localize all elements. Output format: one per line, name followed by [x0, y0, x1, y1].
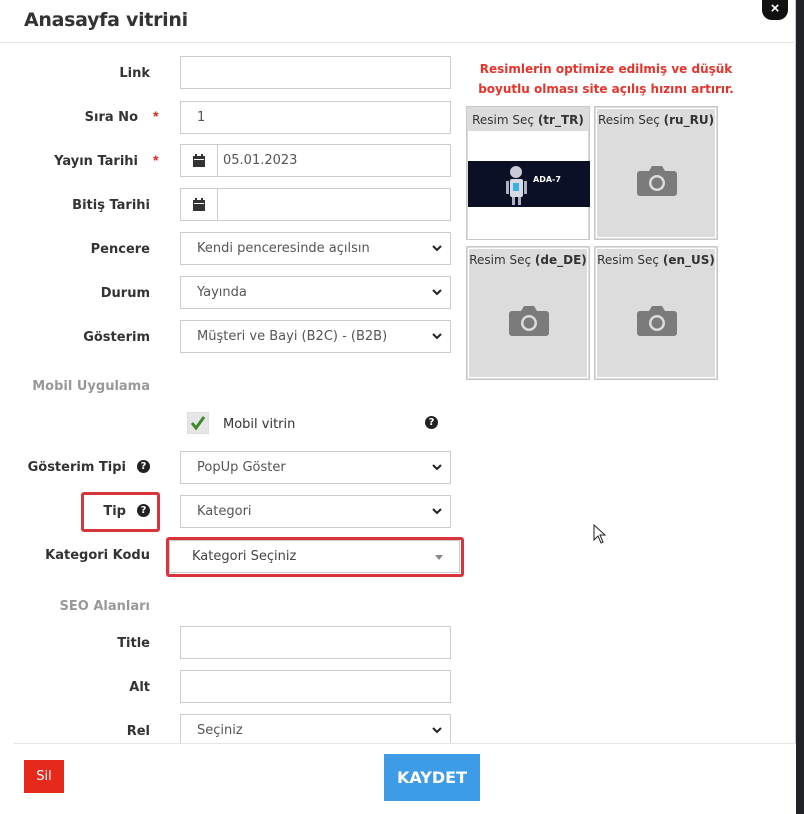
banner-text: ADA-7 [533, 175, 561, 184]
image-tile-caption: Resim Seç (tr_TR) [467, 113, 589, 127]
image-tile-en-us[interactable]: Resim Seç (en_US) [594, 246, 718, 380]
chevron-down-icon [432, 289, 442, 296]
image-tile-tr-tr[interactable]: Resim Seç (tr_TR) ADA-7 [466, 106, 590, 240]
gosterim-select[interactable]: Müşteri ve Bayi (B2C) - (B2B) [180, 320, 451, 353]
bitis-tarihi-field[interactable] [180, 188, 451, 221]
image-tile-ru-ru[interactable]: Resim Seç (ru_RU) [594, 106, 718, 240]
select-prefix: Resim Seç [597, 113, 660, 127]
kategori-kodu-label: Kategori Kodu [45, 548, 150, 563]
mobil-vitrin-checkbox[interactable] [187, 412, 209, 434]
yayin-tarihi-field[interactable]: 05.01.2023 [180, 144, 451, 177]
kategori-highlight-box [166, 537, 464, 577]
tip-select[interactable]: Kategori [180, 495, 451, 528]
chevron-down-icon [432, 508, 442, 515]
image-tile-de-de[interactable]: Resim Seç (de_DE) [466, 246, 590, 380]
close-button[interactable]: × [762, 0, 788, 20]
chevron-down-icon [432, 333, 442, 340]
gosterim-label: Gösterim [83, 330, 150, 345]
sira-no-label: Sıra No [84, 110, 138, 125]
image-tile-caption: Resim Seç (ru_RU) [595, 113, 717, 127]
alt-label: Alt [129, 680, 150, 695]
title-input[interactable] [180, 626, 451, 659]
rel-label: Rel [126, 724, 150, 739]
alt-input[interactable] [180, 670, 451, 703]
mobil-vitrin-label: Mobil vitrin [223, 417, 296, 432]
durum-value: Yayında [197, 285, 247, 300]
gosterim-value: Müşteri ve Bayi (B2C) - (B2B) [197, 329, 388, 344]
select-prefix: Resim Seç [472, 113, 534, 127]
calendar-icon[interactable] [181, 189, 218, 220]
camera-icon [637, 306, 677, 336]
image-preview: ADA-7 [468, 131, 590, 239]
robot-icon [506, 166, 527, 205]
gosterim-tipi-value: PopUp Göster [197, 460, 286, 475]
tile-lang: (tr_TR) [537, 113, 584, 127]
help-icon[interactable]: ? [137, 460, 150, 473]
image-tile-caption: Resim Seç (de_DE) [467, 253, 589, 267]
required-mark: * [153, 152, 159, 168]
help-icon[interactable]: ? [137, 504, 150, 517]
modal-header: Anasayfa vitrini [0, 0, 796, 43]
yayin-tarihi-label: Yayın Tarihi [54, 154, 138, 169]
save-button[interactable]: KAYDET [384, 754, 480, 801]
yayin-tarihi-value: 05.01.2023 [223, 153, 298, 168]
gosterim-tipi-select[interactable]: PopUp Göster [180, 451, 451, 484]
check-icon [190, 416, 206, 431]
sira-no-input[interactable]: 1 [180, 101, 451, 134]
image-optimization-warning: Resimlerin optimize edilmiş ve düşük boy… [478, 62, 734, 96]
chevron-down-icon [432, 727, 442, 734]
tile-lang: (en_US) [662, 253, 715, 267]
tip-label: Tip [103, 504, 126, 519]
tile-lang: (de_DE) [534, 253, 587, 267]
help-icon[interactable]: ? [425, 416, 438, 429]
title-label: Title [117, 636, 150, 651]
mobil-uygulama-heading: Mobil Uygulama [32, 379, 150, 394]
calendar-icon[interactable] [181, 145, 218, 176]
modal-title: Anasayfa vitrini [24, 9, 188, 31]
modal-dialog: Anasayfa vitrini × Link Sıra No * 1 Yayı… [0, 0, 796, 814]
pencere-value: Kendi penceresinde açılsın [197, 241, 370, 256]
rel-value: Seçiniz [197, 723, 243, 738]
mouse-cursor-icon [593, 524, 607, 544]
select-prefix: Resim Seç [597, 253, 659, 267]
chevron-down-icon [432, 245, 442, 252]
link-label: Link [119, 66, 150, 81]
background-strip [796, 0, 804, 814]
camera-icon [509, 306, 549, 336]
pencere-select[interactable]: Kendi penceresinde açılsın [180, 232, 451, 265]
link-input[interactable] [180, 56, 451, 89]
bitis-tarihi-label: Bitiş Tarihi [72, 198, 150, 213]
camera-icon [637, 166, 677, 196]
required-mark: * [153, 108, 159, 124]
delete-button[interactable]: Sil [24, 760, 64, 793]
pencere-label: Pencere [90, 242, 150, 257]
durum-select[interactable]: Yayında [180, 276, 451, 309]
select-prefix: Resim Seç [469, 253, 532, 267]
banner-image: ADA-7 [468, 161, 590, 207]
tip-value: Kategori [197, 504, 252, 519]
tile-lang: (ru_RU) [663, 113, 715, 127]
durum-label: Durum [100, 286, 150, 301]
gosterim-tipi-label: Gösterim Tipi [27, 460, 126, 475]
seo-alanlari-heading: SEO Alanları [59, 599, 150, 614]
chevron-down-icon [432, 464, 442, 471]
image-tile-caption: Resim Seç (en_US) [595, 253, 717, 267]
